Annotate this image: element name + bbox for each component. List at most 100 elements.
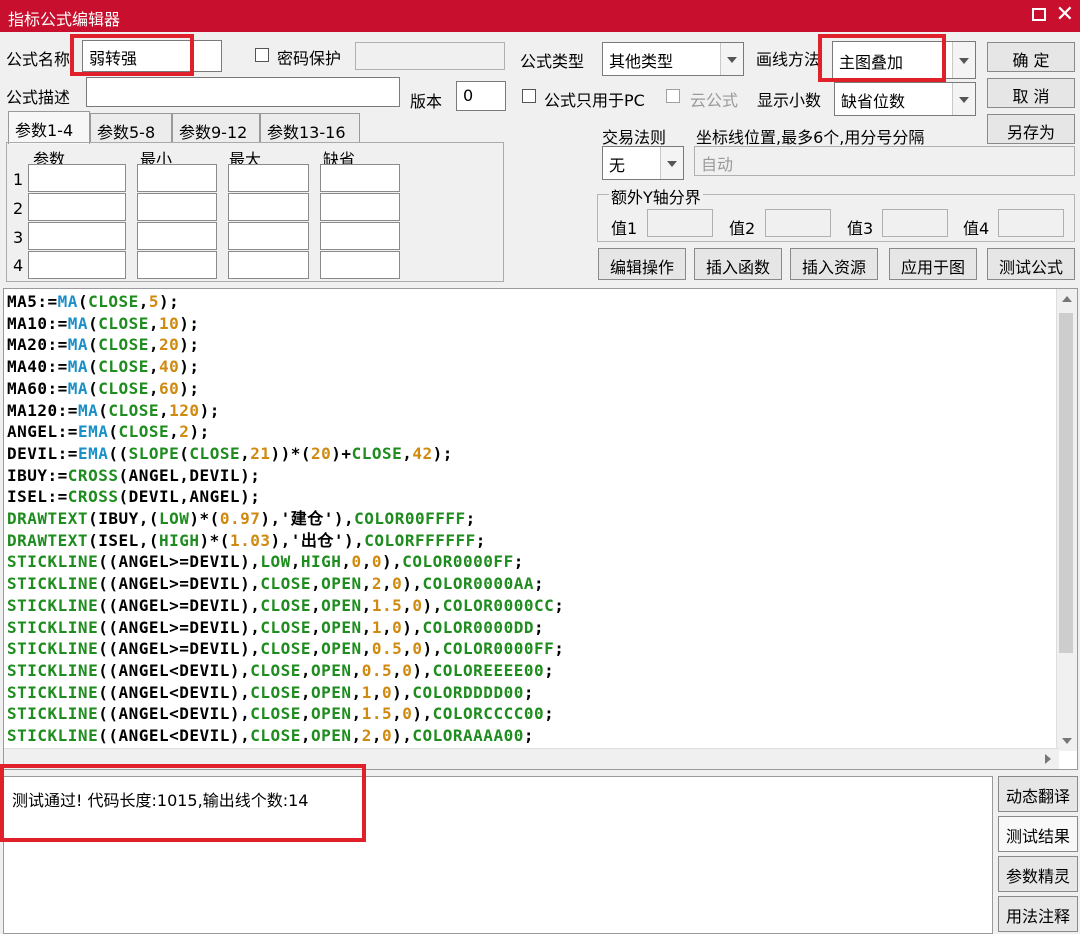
param-cell[interactable]	[137, 251, 217, 279]
param-cell[interactable]	[28, 222, 126, 250]
code-token: COLORAAAA00	[412, 726, 524, 746]
version-input[interactable]: 0	[456, 81, 506, 111]
password-checkbox[interactable]	[255, 48, 269, 62]
chevron-down-icon[interactable]	[952, 83, 975, 115]
param-wizard-button[interactable]: 参数精灵	[998, 856, 1078, 892]
code-token: OPEN	[311, 682, 352, 702]
code-token: COLOREEEE00	[432, 660, 545, 680]
code-token: STICKLINE	[7, 617, 99, 637]
code-line[interactable]: STICKLINE((ANGEL>=DEVIL),CLOSE,OPEN,2,0)…	[7, 573, 564, 595]
vertical-scrollbar[interactable]	[1056, 289, 1077, 751]
code-token: ,	[381, 617, 393, 637]
scroll-up-icon[interactable]	[1062, 296, 1072, 302]
code-token: COLORFFFFFF	[364, 530, 476, 550]
code-line[interactable]: DRAWTEXT(IBUY,(LOW)*(0.97),'建仓'),COLOR00…	[7, 508, 564, 530]
param-cell[interactable]	[137, 193, 217, 221]
code-text[interactable]: MA5:=MA(CLOSE,5); MA10:=MA(CLOSE,10); MA20…	[7, 291, 564, 747]
code-token: ;	[533, 574, 545, 594]
code-line[interactable]: STICKLINE((ANGEL<DEVIL),CLOSE,OPEN,2,0),…	[7, 725, 564, 747]
maximize-icon[interactable]	[1032, 8, 1046, 21]
chevron-down-icon[interactable]	[952, 42, 975, 78]
tab-params-9-12[interactable]: 参数9-12	[172, 113, 260, 143]
apply-to-chart-button[interactable]: 应用于图	[889, 248, 977, 280]
chevron-down-icon[interactable]	[660, 147, 683, 179]
test-result-button[interactable]: 测试结果	[998, 816, 1078, 852]
edit-ops-button[interactable]: 编辑操作	[598, 248, 686, 280]
scroll-down-icon[interactable]	[1062, 738, 1072, 744]
code-line[interactable]: STICKLINE((ANGEL<DEVIL),CLOSE,OPEN,1,0),…	[7, 682, 564, 704]
code-line[interactable]: MA5:=MA(CLOSE,5);	[7, 291, 564, 313]
tab-params-13-16[interactable]: 参数13-16	[260, 113, 360, 143]
chevron-down-icon[interactable]	[720, 43, 743, 75]
param-cell[interactable]	[28, 193, 126, 221]
code-token: 0	[381, 682, 393, 702]
code-token: (DEVIL,ANGEL);	[118, 487, 261, 507]
code-token: OPEN	[321, 574, 362, 594]
code-line[interactable]: DEVIL:=EMA((SLOPE(CLOSE,21))*(20)+CLOSE,…	[7, 443, 564, 465]
dynamic-translate-button[interactable]: 动态翻译	[998, 776, 1078, 812]
formula-name-input[interactable]: 弱转强	[82, 40, 222, 72]
scroll-right-icon[interactable]	[1045, 754, 1051, 764]
trade-rule-select[interactable]: 无	[602, 146, 684, 180]
code-line[interactable]: IBUY:=CROSS(ANGEL,DEVIL);	[7, 465, 564, 487]
code-token: 2	[179, 422, 190, 442]
ok-button[interactable]: 确 定	[987, 42, 1075, 72]
insert-resource-button[interactable]: 插入资源	[790, 248, 878, 280]
code-token: STICKLINE	[7, 704, 99, 724]
code-token: )+	[331, 443, 352, 463]
draw-method-select[interactable]: 主图叠加	[832, 41, 976, 79]
code-line[interactable]: STICKLINE((ANGEL>=DEVIL),LOW,HIGH,0,0),C…	[7, 551, 564, 573]
decimal-select[interactable]: 缺省位数	[834, 82, 976, 116]
code-line[interactable]: MA60:=MA(CLOSE,60);	[7, 378, 564, 400]
code-line[interactable]: STICKLINE((ANGEL>=DEVIL),CLOSE,OPEN,1.5,…	[7, 595, 564, 617]
param-cell[interactable]	[320, 193, 400, 221]
code-token: CLOSE	[250, 726, 301, 746]
code-token: ,	[402, 443, 413, 463]
test-formula-button[interactable]: 测试公式	[987, 248, 1075, 280]
code-token: (	[179, 443, 190, 463]
param-cell[interactable]	[228, 222, 309, 250]
code-line[interactable]: ANGEL:=EMA(CLOSE,2);	[7, 421, 564, 443]
param-cell[interactable]	[228, 193, 309, 221]
scroll-thumb[interactable]	[1059, 313, 1073, 653]
code-token: (	[88, 378, 99, 398]
code-editor[interactable]: MA5:=MA(CLOSE,5); MA10:=MA(CLOSE,10); MA20…	[3, 288, 1078, 770]
param-cell[interactable]	[320, 251, 400, 279]
code-line[interactable]: ISEL:=CROSS(DEVIL,ANGEL);	[7, 486, 564, 508]
param-cell[interactable]	[320, 222, 400, 250]
horizontal-scrollbar[interactable]	[4, 748, 1059, 769]
param-cell[interactable]	[137, 222, 217, 250]
window-title: 指标公式编辑器	[8, 10, 121, 29]
pc-only-checkbox[interactable]	[522, 89, 536, 103]
tab-params-1-4[interactable]: 参数1-4	[8, 111, 90, 144]
param-cell[interactable]	[28, 164, 126, 192]
code-line[interactable]: STICKLINE((ANGEL<DEVIL),CLOSE,OPEN,1.5,0…	[7, 703, 564, 725]
close-icon[interactable]: ✕	[1056, 2, 1074, 28]
code-line[interactable]: MA20:=MA(CLOSE,20);	[7, 334, 564, 356]
save-as-button[interactable]: 另存为	[987, 114, 1075, 144]
param-cell[interactable]	[28, 251, 126, 279]
param-cell[interactable]	[228, 251, 309, 279]
code-line[interactable]: MA120:=MA(CLOSE,120);	[7, 400, 564, 422]
y-value-label: 值3	[847, 219, 874, 238]
y-value-input	[647, 209, 713, 237]
code-line[interactable]: STICKLINE((ANGEL>=DEVIL),CLOSE,OPEN,0.5,…	[7, 638, 564, 660]
formula-desc-input[interactable]	[86, 77, 400, 107]
code-line[interactable]: STICKLINE((ANGEL<DEVIL),CLOSE,OPEN,0.5,0…	[7, 660, 564, 682]
code-token: EMA	[77, 422, 109, 442]
tab-params-5-8[interactable]: 参数5-8	[90, 113, 172, 143]
param-cell[interactable]	[320, 164, 400, 192]
param-cell[interactable]	[137, 164, 217, 192]
param-cell[interactable]	[228, 164, 309, 192]
usage-notes-button[interactable]: 用法注释	[998, 896, 1078, 932]
cancel-button[interactable]: 取 消	[987, 78, 1075, 108]
formula-desc-label: 公式描述	[6, 88, 71, 107]
code-line[interactable]: MA40:=MA(CLOSE,40);	[7, 356, 564, 378]
insert-function-button[interactable]: 插入函数	[694, 248, 782, 280]
code-token: (IBUY,(	[88, 509, 159, 529]
code-line[interactable]: DRAWTEXT(ISEL,(HIGH)*(1.03),'出仓'),COLORF…	[7, 530, 564, 552]
code-line[interactable]: MA10:=MA(CLOSE,10);	[7, 313, 564, 335]
formula-type-select[interactable]: 其他类型	[602, 42, 744, 76]
code-line[interactable]: STICKLINE((ANGEL>=DEVIL),CLOSE,OPEN,1,0)…	[7, 617, 564, 639]
code-token: CLOSE	[118, 422, 170, 442]
